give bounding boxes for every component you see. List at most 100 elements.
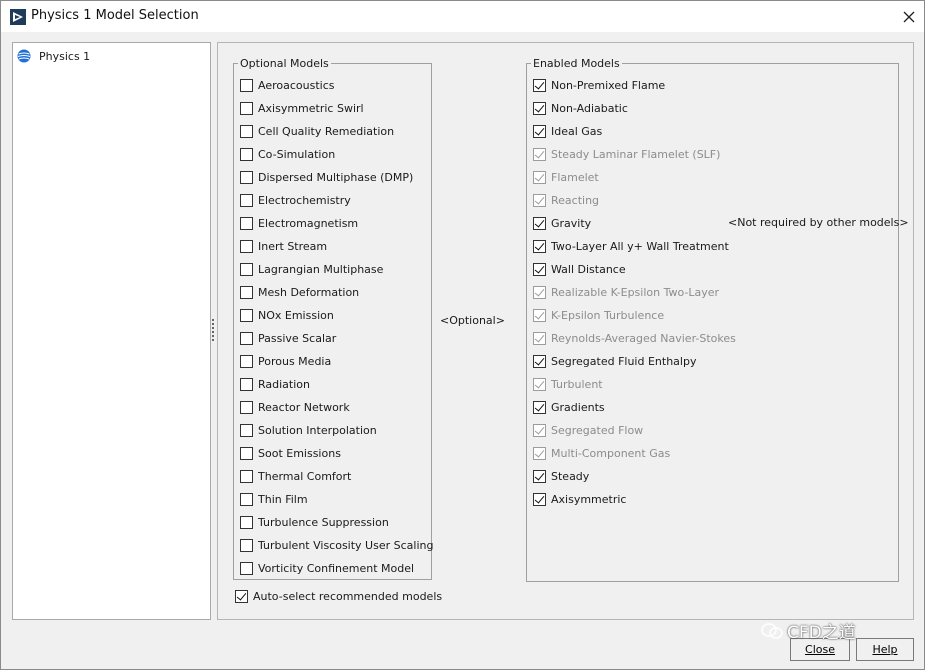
optional-model-item[interactable]: Cell Quality Remediation <box>240 122 394 140</box>
checkbox-box[interactable] <box>240 308 253 322</box>
model-selection-dialog: Physics 1 Model Selection Physics 1 Opti… <box>0 0 925 670</box>
checkbox-box[interactable] <box>533 469 546 483</box>
checkbox-box[interactable] <box>240 354 253 368</box>
checkbox-box[interactable] <box>240 538 253 552</box>
checkbox-box[interactable] <box>240 78 253 92</box>
checkbox-box <box>533 331 546 345</box>
checkbox-box <box>533 285 546 299</box>
checkbox-box[interactable] <box>533 101 546 115</box>
checkbox-box[interactable] <box>533 492 546 506</box>
optional-model-item-label: Dispersed Multiphase (DMP) <box>258 170 414 184</box>
enabled-model-item[interactable]: Non-Premixed Flame <box>533 76 665 94</box>
enabled-model-item: Reynolds-Averaged Navier-Stokes <box>533 329 736 347</box>
enabled-model-item[interactable]: Segregated Fluid Enthalpy <box>533 352 696 370</box>
optional-model-item-label: Cell Quality Remediation <box>258 124 395 138</box>
enabled-model-item-label: Reynolds-Averaged Navier-Stokes <box>551 331 736 345</box>
optional-model-item-label: Lagrangian Multiphase <box>258 262 384 276</box>
checkbox-box <box>533 423 546 437</box>
checkbox-box[interactable] <box>533 78 546 92</box>
optional-model-item-label: NOx Emission <box>258 308 334 322</box>
checkbox-box[interactable] <box>240 492 253 506</box>
optional-model-item-label: Mesh Deformation <box>258 285 360 299</box>
checkbox-box[interactable] <box>533 124 546 138</box>
checkbox-box[interactable] <box>240 469 253 483</box>
enabled-model-item[interactable]: Non-Adiabatic <box>533 99 628 117</box>
enabled-model-item[interactable]: Wall Distance <box>533 260 626 278</box>
checkbox-box[interactable] <box>240 377 253 391</box>
enabled-model-item[interactable]: Gravity <box>533 214 591 232</box>
checkbox-box[interactable] <box>533 239 546 253</box>
enabled-model-item-label: K-Epsilon Turbulence <box>551 308 665 322</box>
optional-model-item[interactable]: NOx Emission <box>240 306 334 324</box>
checkbox-box[interactable] <box>240 170 253 184</box>
optional-model-item-label: Turbulence Suppression <box>258 515 389 529</box>
optional-model-item[interactable]: Radiation <box>240 375 310 393</box>
optional-model-item-label: Electromagnetism <box>258 216 359 230</box>
optional-model-item[interactable]: Soot Emissions <box>240 444 341 462</box>
title-bar[interactable]: Physics 1 Model Selection <box>1 1 924 32</box>
optional-model-item[interactable]: Electrochemistry <box>240 191 351 209</box>
close-icon[interactable] <box>899 7 919 27</box>
enabled-model-item-label: Segregated Flow <box>551 423 644 437</box>
checkbox-box[interactable] <box>533 354 546 368</box>
enabled-model-item-label: Turbulent <box>551 377 603 391</box>
optional-model-item[interactable]: Axisymmetric Swirl <box>240 99 364 117</box>
optional-model-item[interactable]: Solution Interpolation <box>240 421 377 439</box>
checkbox-box[interactable] <box>240 446 253 460</box>
checkbox-box[interactable] <box>235 589 248 603</box>
checkbox-box[interactable] <box>240 400 253 414</box>
checkbox-box[interactable] <box>240 216 253 230</box>
checkbox-box[interactable] <box>240 101 253 115</box>
enabled-model-item[interactable]: Steady <box>533 467 589 485</box>
optional-model-item[interactable]: Turbulence Suppression <box>240 513 389 531</box>
checkbox-box[interactable] <box>240 515 253 529</box>
checkbox-box[interactable] <box>240 239 253 253</box>
optional-model-item[interactable]: Lagrangian Multiphase <box>240 260 383 278</box>
tree-item-physics-1[interactable]: Physics 1 <box>17 47 90 65</box>
enabled-model-item[interactable]: Two-Layer All y+ Wall Treatment <box>533 237 729 255</box>
checkbox-box[interactable] <box>240 331 253 345</box>
checkbox-box[interactable] <box>240 262 253 276</box>
enabled-model-item-label: Wall Distance <box>551 262 626 276</box>
checkbox-box[interactable] <box>533 400 546 414</box>
enabled-model-item[interactable]: Ideal Gas <box>533 122 602 140</box>
optional-model-item[interactable]: Reactor Network <box>240 398 350 416</box>
enabled-model-item: Realizable K-Epsilon Two-Layer <box>533 283 719 301</box>
checkbox-box[interactable] <box>240 147 253 161</box>
enabled-model-item: Flamelet <box>533 168 599 186</box>
optional-model-item[interactable]: Mesh Deformation <box>240 283 359 301</box>
optional-model-item-label: Inert Stream <box>258 239 328 253</box>
optional-model-item-label: Turbulent Viscosity User Scaling <box>258 538 434 552</box>
help-button[interactable]: Help <box>856 638 914 661</box>
checkbox-box[interactable] <box>240 423 253 437</box>
optional-model-item-label: Axisymmetric Swirl <box>258 101 364 115</box>
enabled-model-item[interactable]: Axisymmetric <box>533 490 626 508</box>
optional-model-item[interactable]: Vorticity Confinement Model <box>240 559 414 577</box>
enabled-model-item-label: Axisymmetric <box>551 492 627 506</box>
optional-model-item[interactable]: Inert Stream <box>240 237 327 255</box>
optional-model-item[interactable]: Thermal Comfort <box>240 467 351 485</box>
optional-model-item-label: Porous Media <box>258 354 332 368</box>
checkbox-box[interactable] <box>533 216 546 230</box>
checkbox-box[interactable] <box>240 193 253 207</box>
checkbox-box[interactable] <box>533 262 546 276</box>
optional-model-item[interactable]: Turbulent Viscosity User Scaling <box>240 536 433 554</box>
checkbox-box[interactable] <box>240 124 253 138</box>
checkbox-box <box>533 446 546 460</box>
enabled-model-item[interactable]: Gradients <box>533 398 605 416</box>
optional-model-item[interactable]: Electromagnetism <box>240 214 358 232</box>
checkbox-box[interactable] <box>240 285 253 299</box>
enabled-model-item-label: Two-Layer All y+ Wall Treatment <box>551 239 729 253</box>
optional-model-item[interactable]: Co-Simulation <box>240 145 335 163</box>
optional-model-item[interactable]: Passive Scalar <box>240 329 336 347</box>
optional-model-item[interactable]: Aeroacoustics <box>240 76 334 94</box>
checkbox-box[interactable] <box>240 561 253 575</box>
enabled-model-item: Multi-Component Gas <box>533 444 670 462</box>
physics-tree[interactable]: Physics 1 <box>12 42 211 620</box>
optional-model-item[interactable]: Porous Media <box>240 352 331 370</box>
auto-select-checkbox[interactable]: Auto-select recommended models <box>235 587 442 605</box>
splitter-handle[interactable] <box>212 319 215 343</box>
enabled-model-item: Turbulent <box>533 375 603 393</box>
optional-model-item[interactable]: Thin Film <box>240 490 308 508</box>
optional-model-item[interactable]: Dispersed Multiphase (DMP) <box>240 168 413 186</box>
